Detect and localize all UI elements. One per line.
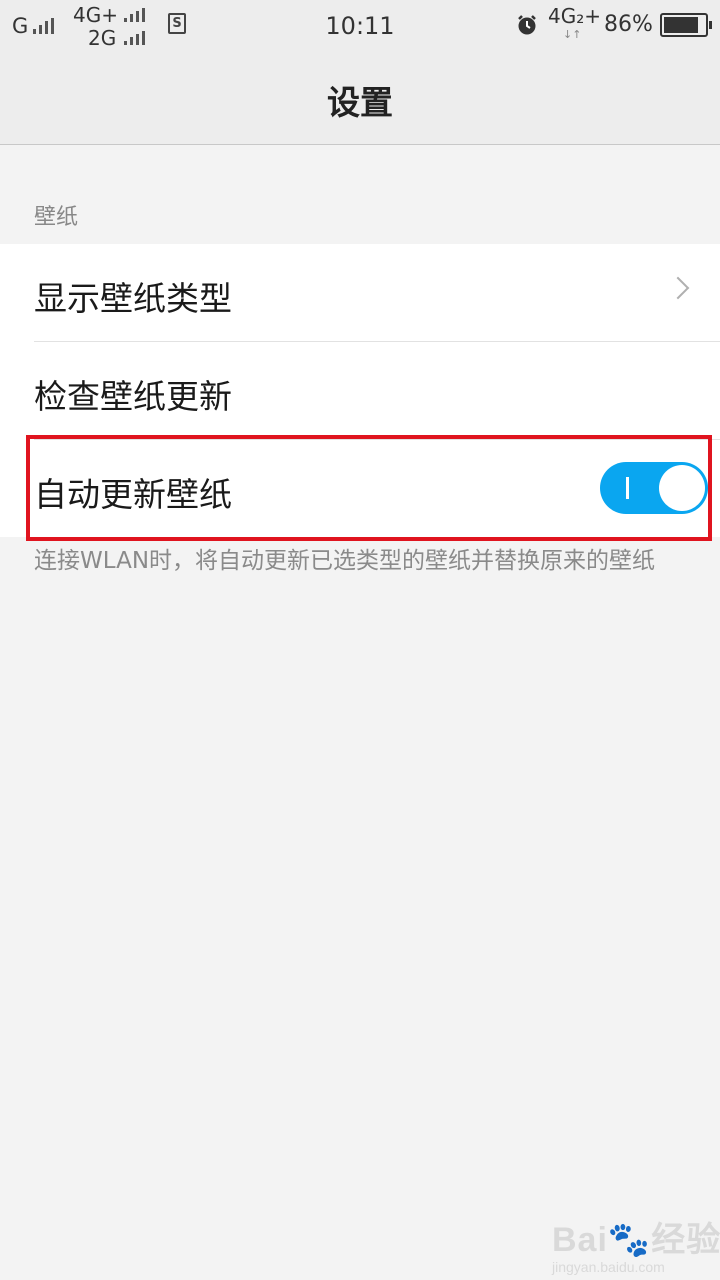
toggle-on-mark xyxy=(626,477,629,499)
show-wallpaper-type-item[interactable]: 显示壁纸类型 xyxy=(34,244,720,342)
auto-update-toggle[interactable] xyxy=(600,462,708,514)
battery-percent: 86% xyxy=(604,12,653,37)
title-bar: 设置 xyxy=(0,50,720,145)
alarm-icon xyxy=(518,15,536,35)
section-label: 壁纸 xyxy=(34,205,79,230)
data-arrows-icon: ↓↑ xyxy=(563,28,582,41)
check-wallpaper-update-item[interactable]: 检查壁纸更新 xyxy=(34,342,720,440)
chevron-right-icon xyxy=(666,276,690,300)
status-bar: G 4G+ 2G S 10:11 4G₂+ ↓↑ 86% xyxy=(0,0,720,50)
item-label: 检查壁纸更新 xyxy=(34,377,232,416)
battery-fill xyxy=(664,17,699,33)
item-label: 显示壁纸类型 xyxy=(34,279,232,318)
settings-list: 显示壁纸类型 检查壁纸更新 自动更新壁纸 xyxy=(0,244,720,537)
watermark: Bai🐾经验 jingyan.baidu.com xyxy=(552,1212,720,1275)
auto-update-wallpaper-item[interactable]: 自动更新壁纸 xyxy=(34,440,720,537)
network-label: 4G₂+ xyxy=(548,4,601,28)
page-title: 设置 xyxy=(327,83,393,122)
item-label: 自动更新壁纸 xyxy=(34,475,232,514)
watermark-logo: Bai🐾经验 xyxy=(552,1221,720,1259)
watermark-url: jingyan.baidu.com xyxy=(552,1259,665,1275)
battery-icon xyxy=(660,13,712,37)
setting-description: 连接WLAN时，将自动更新已选类型的壁纸并替换原来的壁纸 xyxy=(34,548,656,574)
toggle-knob xyxy=(659,465,705,511)
